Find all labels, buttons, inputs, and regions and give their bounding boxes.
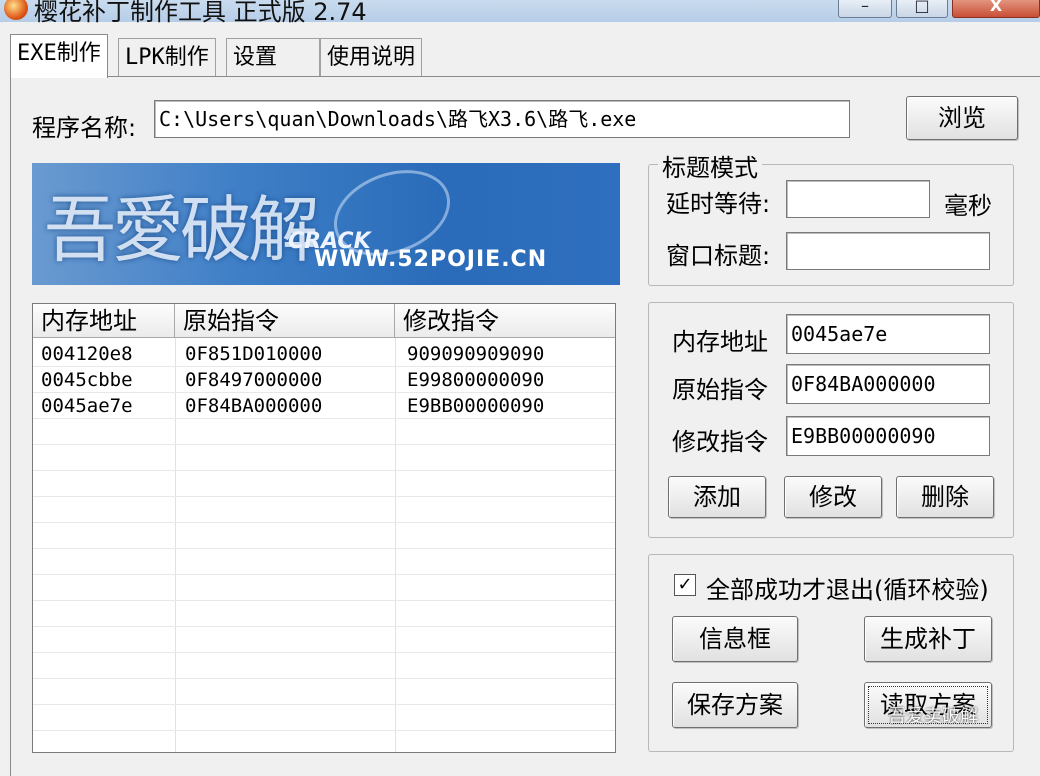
table-row[interactable]: 004120e8 0F851D010000 909090909090	[33, 340, 615, 366]
cell-modified: E99800000090	[407, 369, 545, 391]
banner-logo-text: 吾愛破解	[44, 188, 320, 272]
browse-button[interactable]: 浏览	[906, 96, 1018, 140]
minimize-icon: –	[861, 0, 869, 15]
row-divider	[33, 574, 615, 575]
row-divider	[33, 600, 615, 601]
tab-lpk[interactable]: LPK制作	[118, 38, 216, 76]
cell-original: 0F851D010000	[185, 343, 323, 365]
column-header-modified[interactable]: 修改指令	[395, 304, 615, 338]
cell-address: 0045ae7e	[41, 395, 133, 417]
delay-unit-label: 毫秒	[944, 192, 992, 220]
modify-button[interactable]: 修改	[784, 476, 882, 518]
cell-original: 0F8497000000	[185, 369, 323, 391]
delete-button[interactable]: 删除	[896, 476, 994, 518]
generate-patch-button[interactable]: 生成补丁	[864, 616, 992, 662]
cell-address: 0045cbbe	[41, 369, 133, 391]
row-divider	[33, 496, 615, 497]
window-title-label: 窗口标题:	[666, 242, 771, 270]
cell-address: 004120e8	[41, 343, 133, 365]
brand-banner: 吾愛破解 CRACK WWW.52POJIE.CN	[32, 163, 620, 285]
column-header-original[interactable]: 原始指令	[175, 304, 395, 338]
cell-modified: E9BB00000090	[407, 395, 545, 417]
title-mode-legend: 标题模式	[658, 148, 762, 183]
row-divider	[33, 652, 615, 653]
address-label: 内存地址	[672, 328, 768, 356]
info-box-button[interactable]: 信息框	[672, 616, 798, 662]
close-button[interactable]: X	[952, 0, 1040, 18]
patch-list: 内存地址 原始指令 修改指令 004120e8 0F851D010000 909…	[32, 303, 616, 753]
row-divider	[33, 730, 615, 731]
tab-exe[interactable]: EXE制作	[10, 34, 108, 78]
tab-settings[interactable]: 设置	[226, 38, 320, 76]
exit-on-success-checkbox[interactable]: ✓	[674, 574, 696, 596]
original-instruction-input[interactable]: 0F84BA000000	[786, 364, 990, 404]
cell-original: 0F84BA000000	[185, 395, 323, 417]
window-title-input[interactable]	[786, 232, 990, 270]
row-divider	[33, 418, 615, 419]
address-input[interactable]: 0045ae7e	[786, 314, 990, 354]
maximize-icon: □	[914, 0, 930, 15]
cell-modified: 909090909090	[407, 343, 545, 365]
window-title: 樱花补丁制作工具 正式版 2.74	[34, 0, 367, 26]
modified-instruction-input[interactable]: E9BB00000090	[786, 416, 990, 456]
table-row[interactable]: 0045ae7e 0F84BA000000 E9BB00000090	[33, 392, 615, 418]
close-icon: X	[989, 0, 1003, 15]
add-button[interactable]: 添加	[668, 476, 766, 518]
modified-instruction-label: 修改指令	[672, 428, 768, 456]
exit-on-success-label[interactable]: 全部成功才退出(循环校验)	[706, 570, 989, 605]
row-divider	[33, 444, 615, 445]
watermark: 吾爱卖破解	[888, 706, 978, 727]
maximize-button[interactable]: □	[896, 0, 948, 18]
program-name-label: 程序名称:	[32, 114, 137, 142]
row-divider	[33, 704, 615, 705]
row-divider	[33, 678, 615, 679]
tab-help[interactable]: 使用说明	[320, 38, 423, 76]
table-row[interactable]: 0045cbbe 0F8497000000 E99800000090	[33, 366, 615, 392]
row-divider	[33, 626, 615, 627]
original-instruction-label: 原始指令	[672, 376, 768, 404]
banner-url-text: WWW.52POJIE.CN	[314, 247, 548, 272]
column-header-address[interactable]: 内存地址	[33, 304, 175, 338]
program-path-input[interactable]: C:\Users\quan\Downloads\路飞X3.6\路飞.exe	[154, 100, 850, 138]
row-divider	[33, 548, 615, 549]
save-scheme-button[interactable]: 保存方案	[672, 682, 798, 728]
row-divider	[33, 522, 615, 523]
delay-input[interactable]	[786, 180, 930, 218]
row-divider	[33, 470, 615, 471]
delay-label: 延时等待:	[666, 190, 771, 218]
minimize-button[interactable]: –	[838, 0, 892, 18]
